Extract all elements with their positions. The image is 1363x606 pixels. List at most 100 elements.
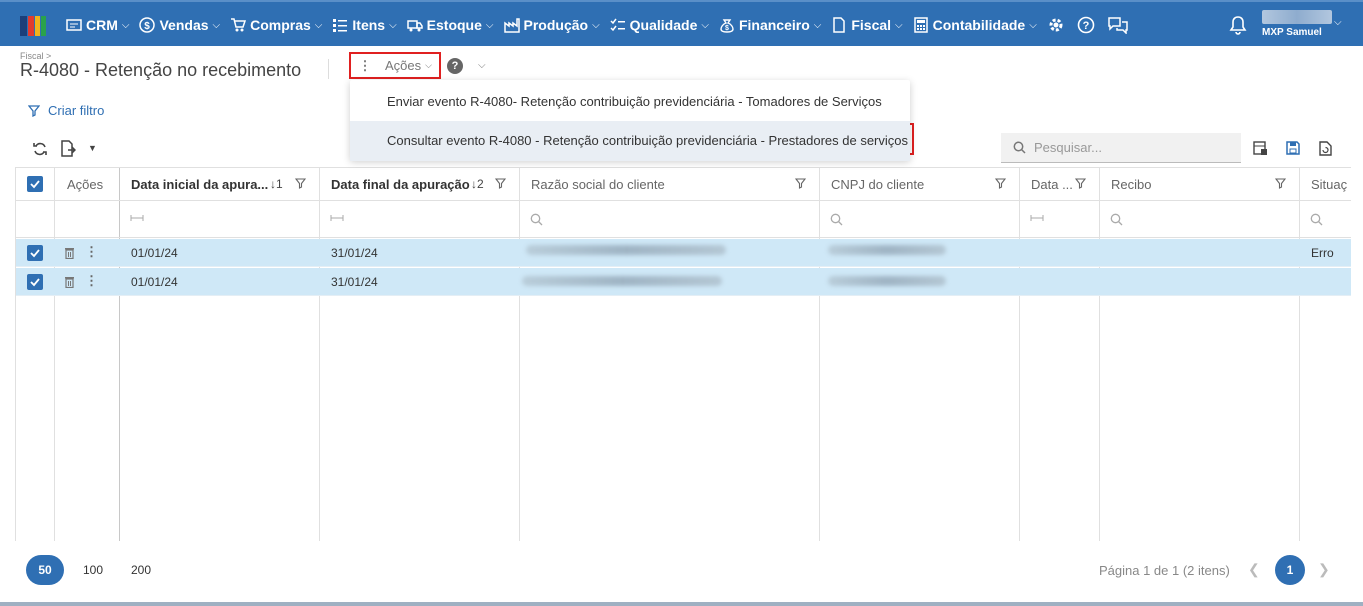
page-size-100[interactable]: 100 [74, 555, 112, 585]
cell-data-inicial: 01/01/24 [131, 275, 178, 289]
nav-financeiro-label: Financeiro [738, 17, 810, 33]
row-menu-icon[interactable]: ⋮ [85, 244, 98, 260]
cell-data-final: 31/01/24 [331, 246, 378, 260]
table-row[interactable]: ⋮ 01/01/24 31/01/24 Erro [16, 239, 1351, 267]
page-size-200[interactable]: 200 [122, 555, 160, 585]
row-checkbox[interactable] [27, 245, 43, 261]
refresh-icon[interactable] [32, 141, 48, 157]
chevron-down-icon: ⌵ [212, 19, 221, 31]
search-field[interactable] [1001, 133, 1241, 163]
notification-bell-icon[interactable] [1229, 15, 1247, 35]
column-header-data-final[interactable]: Data final da apuração [320, 168, 470, 201]
chevron-left-icon[interactable]: ❮ [1248, 561, 1260, 578]
search-input[interactable] [1034, 140, 1234, 155]
filter-icon[interactable] [1075, 178, 1086, 189]
nav-producao[interactable]: Produção ⌵ [503, 17, 600, 33]
chevron-right-icon[interactable]: ❯ [1318, 561, 1330, 578]
page-number-button[interactable]: 1 [1275, 555, 1305, 585]
chat-icon[interactable] [1107, 16, 1129, 34]
page-title: R-4080 - Retenção no recebimento [20, 60, 302, 80]
column-header-data[interactable]: Data ... [1020, 168, 1080, 201]
help-circle-icon[interactable]: ? [1077, 16, 1095, 34]
date-range-filter[interactable] [1020, 201, 1099, 238]
nav-fiscal[interactable]: Fiscal ⌵ [831, 17, 903, 33]
checklist-icon [610, 18, 625, 32]
app-logo[interactable] [20, 16, 46, 36]
nav-compras[interactable]: Compras ⌵ [230, 17, 322, 33]
gear-icon[interactable] [1047, 16, 1065, 34]
date-range-filter[interactable] [320, 201, 519, 238]
text-filter[interactable] [520, 201, 819, 238]
redacted-text [526, 245, 726, 255]
filter-icon [28, 104, 40, 117]
save-icon[interactable] [1286, 141, 1300, 155]
column-chooser-icon[interactable] [1253, 141, 1268, 156]
column-header-cnpj[interactable]: CNPJ do cliente [820, 168, 980, 201]
redacted-text [522, 276, 722, 286]
filter-icon[interactable] [295, 178, 306, 189]
chevron-down-icon: ⌵ [425, 60, 432, 70]
nav-vendas-label: Vendas [159, 17, 209, 33]
table-row[interactable]: ⋮ 01/01/24 31/01/24 [16, 268, 1351, 296]
select-all-checkbox[interactable] [27, 176, 43, 192]
create-filter-link[interactable]: Criar filtro [28, 103, 104, 118]
column-header-razao-social[interactable]: Razão social do cliente [520, 168, 720, 201]
page-size-50[interactable]: 50 [26, 555, 64, 585]
filter-icon[interactable] [495, 178, 506, 189]
svg-text:?: ? [1082, 20, 1089, 32]
chevron-down-icon[interactable]: ⌵ [478, 60, 486, 71]
svg-text:$: $ [725, 25, 729, 32]
search-icon [1110, 213, 1123, 226]
text-filter[interactable] [1300, 201, 1351, 238]
row-checkbox[interactable] [27, 274, 43, 290]
nav-contabilidade-label: Contabilidade [932, 17, 1026, 33]
trash-icon[interactable] [64, 247, 75, 259]
nav-qualidade[interactable]: Qualidade ⌵ [610, 17, 709, 33]
chevron-down-icon[interactable]: ▼ [88, 143, 97, 153]
list-icon [333, 19, 348, 32]
column-header-data-inicial[interactable]: Data inicial da apura... [120, 168, 270, 201]
nav-financeiro[interactable]: $ Financeiro ⌵ [719, 17, 821, 33]
chevron-down-icon: ⌵ [121, 19, 130, 31]
nav-vendas[interactable]: $ Vendas ⌵ [139, 17, 220, 33]
divider [328, 59, 329, 79]
nav-crm-label: CRM [86, 17, 118, 33]
filter-icon[interactable] [795, 178, 806, 189]
cell-situacao [1300, 268, 1311, 296]
crm-icon [66, 19, 82, 31]
filter-icon[interactable] [1275, 178, 1286, 189]
sort-indicator[interactable]: ↓1 [270, 168, 283, 201]
sort-indicator[interactable]: ↓2 [471, 168, 484, 201]
search-icon [530, 213, 543, 226]
reset-layout-icon[interactable] [1319, 141, 1332, 156]
trash-icon[interactable] [64, 276, 75, 288]
nav-crm[interactable]: CRM ⌵ [66, 17, 129, 33]
menu-item-consultar-evento[interactable]: Consultar evento R-4080 - Retenção contr… [350, 121, 910, 161]
text-filter[interactable] [1100, 201, 1299, 238]
avatar [1262, 10, 1332, 24]
range-icon [130, 215, 144, 221]
nav-itens[interactable]: Itens ⌵ [332, 17, 397, 33]
top-navbar: CRM ⌵ $ Vendas ⌵ Compras ⌵ Itens ⌵ Estoque ⌵ … [0, 0, 1363, 46]
user-menu[interactable]: MXP Samuel [1262, 10, 1332, 42]
column-header-recibo[interactable]: Recibo [1100, 168, 1250, 201]
export-icon[interactable] [60, 140, 76, 158]
calculator-icon [913, 17, 928, 33]
bottom-border [0, 602, 1363, 606]
chevron-down-icon[interactable]: ⌵ [1334, 17, 1342, 28]
nav-estoque[interactable]: Estoque ⌵ [406, 17, 494, 33]
dollar-icon: $ [139, 17, 156, 33]
grid-filter-row [16, 201, 1351, 238]
date-range-filter[interactable] [120, 201, 319, 238]
nav-contabilidade[interactable]: Contabilidade ⌵ [913, 17, 1037, 33]
document-icon [833, 17, 846, 33]
help-icon[interactable]: ? [447, 58, 463, 74]
filter-icon[interactable] [995, 178, 1006, 189]
actions-button[interactable]: ⋮ Ações ⌵ [349, 52, 441, 79]
chevron-down-icon: ⌵ [485, 19, 494, 31]
column-header-situacao[interactable]: Situaç [1300, 168, 1351, 201]
factory-icon [503, 18, 520, 33]
text-filter[interactable] [820, 201, 1019, 238]
menu-item-enviar-evento[interactable]: Enviar evento R-4080- Retenção contribui… [350, 82, 910, 122]
row-menu-icon[interactable]: ⋮ [85, 273, 98, 289]
